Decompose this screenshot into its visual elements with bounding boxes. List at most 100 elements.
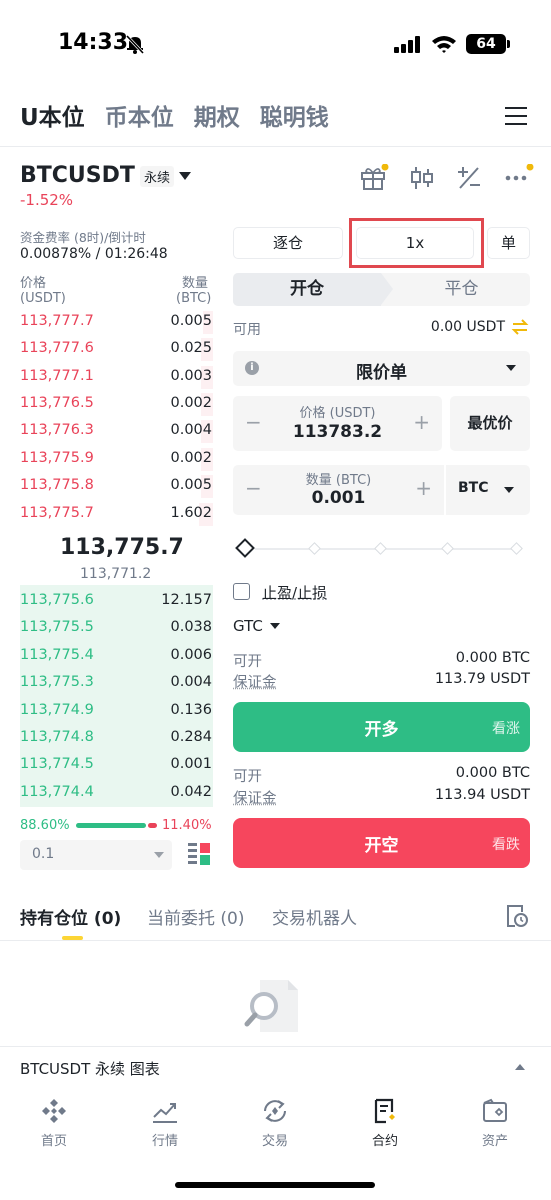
short-max-value: 0.000 BTC	[455, 765, 530, 781]
tab-close-position[interactable]: 平仓	[393, 273, 530, 306]
quantity-input[interactable]: − 数量 (BTC) 0.001 +	[233, 465, 444, 515]
orderbook-qty-unit: (BTC)	[176, 291, 212, 306]
tab-usdt-margined[interactable]: U本位	[20, 98, 85, 132]
qty-slider-thumb[interactable]	[235, 538, 255, 558]
price-plus-icon[interactable]: +	[413, 410, 430, 434]
price-input-label: 价格 (USDT)	[299, 406, 376, 421]
qty-plus-icon[interactable]: +	[415, 476, 432, 500]
open-short-button[interactable]: 开空 看跌	[233, 818, 530, 868]
ask-qty: 0.005	[170, 477, 212, 493]
slider-step-100[interactable]	[510, 542, 523, 555]
nav-futures[interactable]: 合约	[345, 1098, 425, 1149]
nav-assets-label: 资产	[481, 1134, 508, 1149]
slider-step-25[interactable]	[308, 542, 321, 555]
slider-step-75[interactable]	[441, 542, 454, 555]
chevron-down-icon	[154, 852, 164, 858]
bid-row[interactable]: 113,774.9 0.136	[0, 698, 213, 725]
precision-select[interactable]: 0.1	[20, 840, 172, 870]
ask-row[interactable]: 113,775.8 0.005	[0, 473, 213, 500]
bid-qty: 0.004	[170, 674, 212, 690]
hamburger-menu-icon[interactable]	[505, 106, 527, 126]
open-long-button[interactable]: 开多 看涨	[233, 702, 530, 752]
ask-row[interactable]: 113,776.5 0.002	[0, 391, 213, 418]
bid-price: 113,775.3	[20, 674, 94, 690]
best-price-button[interactable]: 最优价	[450, 396, 530, 451]
ask-qty: 0.003	[170, 368, 212, 384]
bid-price: 113,775.4	[20, 647, 94, 663]
slider-step-50[interactable]	[374, 542, 387, 555]
status-bar: 14:33 64	[0, 0, 551, 90]
long-margin-label: 保证金	[233, 675, 277, 691]
tab-positions[interactable]: 持有仓位 (0)	[20, 904, 121, 929]
open-close-toggle: 开仓 平仓	[233, 273, 530, 306]
ask-row[interactable]: 113,777.7 0.005	[0, 309, 213, 336]
order-type-select[interactable]: i 限价单	[233, 351, 530, 386]
trade-swap-icon	[264, 1100, 286, 1122]
short-margin-label: 保证金	[233, 791, 277, 807]
tab-arrow	[381, 273, 393, 305]
bid-row[interactable]: 113,775.5 0.038	[0, 615, 213, 642]
bid-row[interactable]: 113,774.8 0.284	[0, 725, 213, 752]
bid-row[interactable]: 113,775.3 0.004	[0, 670, 213, 697]
time-in-force-select[interactable]: GTC	[233, 617, 263, 635]
nav-trade[interactable]: 交易	[235, 1098, 315, 1149]
contract-type-badge: 永续	[140, 166, 175, 187]
ask-row[interactable]: 113,775.7 1.602	[0, 501, 213, 528]
open-short-sub: 看跌	[492, 837, 520, 853]
ask-price: 113,775.8	[20, 477, 94, 493]
ask-row[interactable]: 113,777.1 0.003	[0, 364, 213, 391]
tab-options[interactable]: 期权	[194, 98, 240, 132]
futures-document-icon	[374, 1098, 395, 1124]
ask-row[interactable]: 113,777.6 0.025	[0, 336, 213, 363]
candlestick-chart-icon[interactable]	[410, 164, 434, 192]
more-options-icon[interactable]	[504, 164, 534, 192]
nav-trade-label: 交易	[261, 1134, 288, 1149]
bid-row[interactable]: 113,775.6 12.157	[0, 588, 213, 615]
ask-price: 113,777.7	[20, 313, 94, 329]
tpsl-label[interactable]: 止盈/止损	[262, 582, 327, 603]
nav-home[interactable]: 首页	[14, 1098, 94, 1149]
tpsl-checkbox[interactable]	[233, 583, 250, 600]
available-value: 0.00 USDT	[430, 319, 505, 335]
ask-price: 113,775.9	[20, 450, 94, 466]
tab-smart-money[interactable]: 聪明钱	[260, 98, 329, 132]
price-input[interactable]: − 价格 (USDT) 113783.2 +	[233, 396, 442, 451]
orderbook-layout-icon[interactable]	[187, 842, 211, 866]
ask-row[interactable]: 113,775.9 0.002	[0, 446, 213, 473]
ask-qty: 1.602	[170, 505, 212, 521]
ask-row[interactable]: 113,776.3 0.004	[0, 418, 213, 445]
chevron-up-icon[interactable]	[515, 1064, 525, 1070]
home-indicator[interactable]	[175, 1182, 375, 1188]
long-max-value: 0.000 BTC	[455, 650, 530, 666]
order-type-label: 限价单	[356, 363, 407, 383]
qty-unit-select[interactable]: BTC	[446, 465, 530, 515]
calculator-icon[interactable]	[456, 164, 482, 192]
margin-mode-button[interactable]: 逐仓	[233, 227, 343, 259]
nav-home-label: 首页	[40, 1134, 67, 1149]
bid-row[interactable]: 113,774.4 0.042	[0, 780, 213, 807]
status-time: 14:33	[58, 30, 129, 55]
chart-drawer-bar[interactable]: BTCUSDT 永续 图表	[0, 1046, 551, 1086]
last-price[interactable]: 113,775.7	[60, 535, 184, 560]
pair-name[interactable]: BTCUSDT	[20, 163, 135, 188]
tab-open-position[interactable]: 开仓	[233, 273, 381, 306]
gift-icon[interactable]	[360, 164, 390, 192]
transfer-icon[interactable]	[511, 318, 529, 336]
tab-coin-margined[interactable]: 币本位	[105, 98, 174, 132]
order-history-icon[interactable]	[505, 903, 529, 929]
ask-qty: 0.004	[170, 422, 212, 438]
bid-qty: 12.157	[161, 592, 212, 608]
tab-open-orders[interactable]: 当前委托 (0)	[147, 904, 244, 929]
nav-markets[interactable]: 行情	[125, 1098, 205, 1149]
bid-row[interactable]: 113,774.5 0.001	[0, 752, 213, 779]
orderbook-qty-header: 数量	[182, 276, 209, 291]
position-mode-button[interactable]: 单	[487, 227, 530, 259]
bell-off-icon	[125, 34, 145, 55]
short-max-label: 可开	[233, 769, 262, 785]
tab-trading-bots[interactable]: 交易机器人	[272, 904, 357, 929]
pair-dropdown-icon[interactable]	[179, 172, 191, 180]
bid-row[interactable]: 113,775.4 0.006	[0, 643, 213, 670]
nav-assets[interactable]: 资产	[455, 1098, 535, 1149]
buy-ratio-bar	[76, 823, 146, 828]
bid-price: 113,774.4	[20, 784, 94, 800]
